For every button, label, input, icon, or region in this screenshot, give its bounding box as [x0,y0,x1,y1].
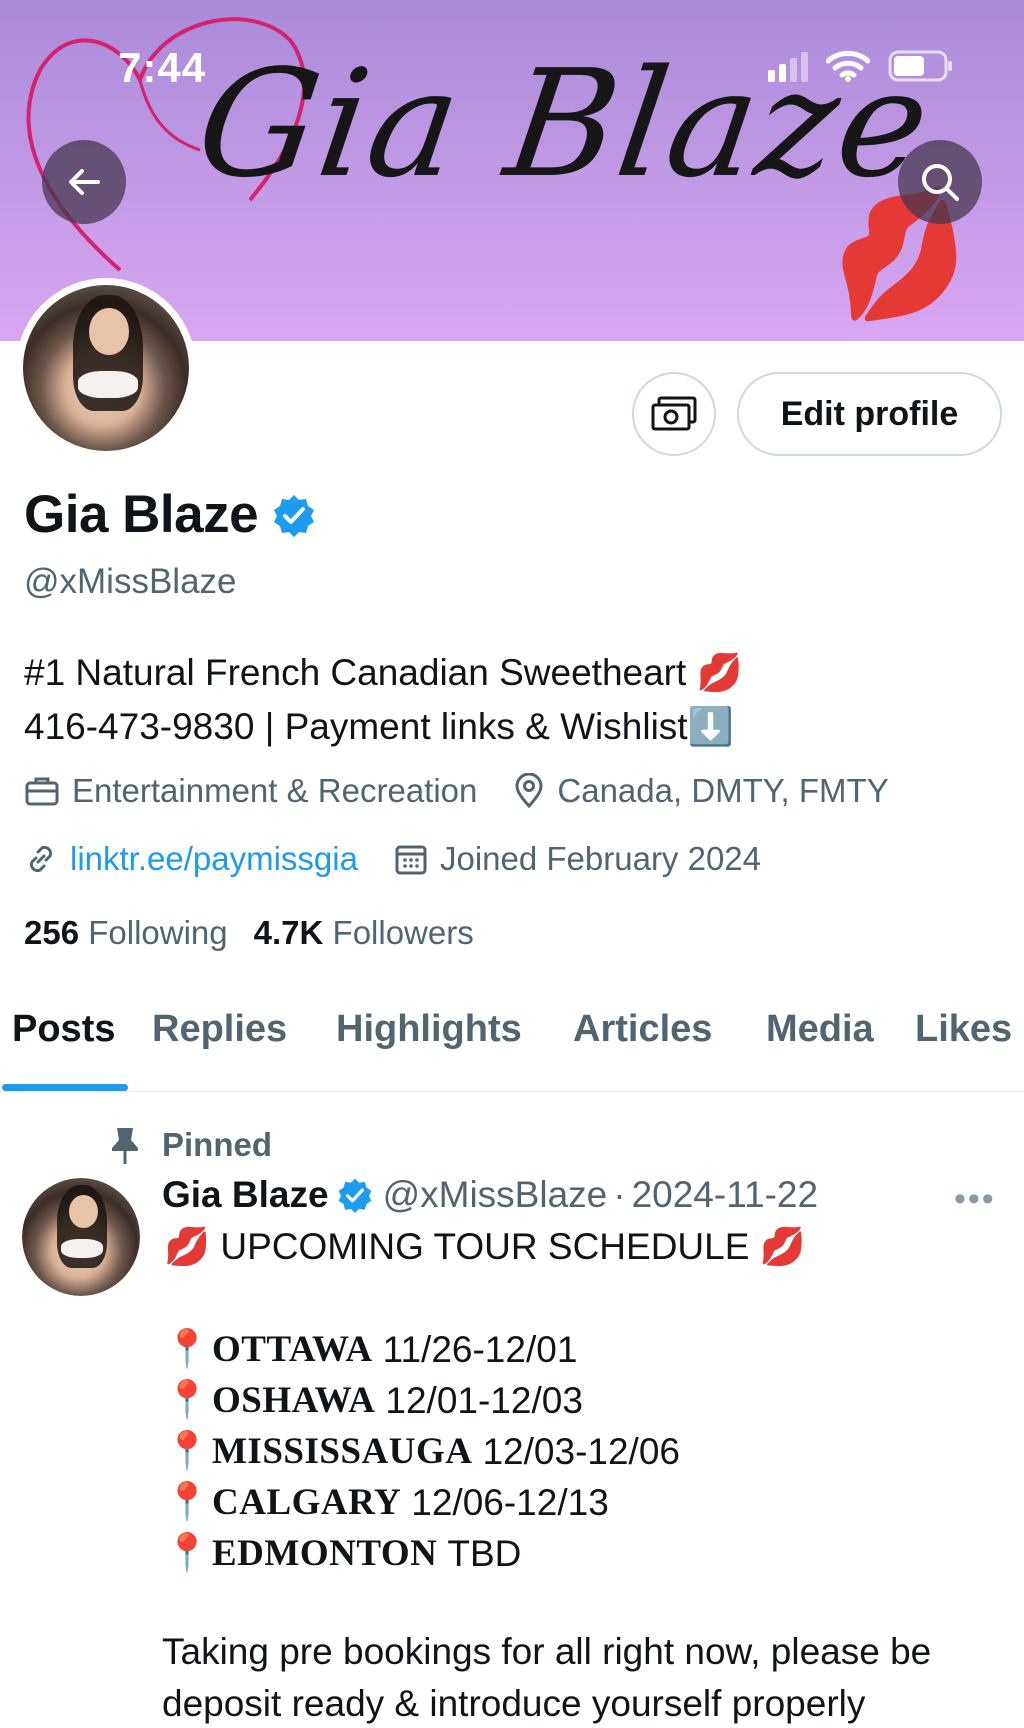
profile-name: Gia Blaze [24,485,259,544]
tab-likes[interactable]: Likes [915,1008,1012,1051]
round-pushpin-icon: 📍 [163,1430,211,1471]
tour-item: 📍 OTTAWA 11/26-12/01 [163,1328,578,1370]
tour-item: 📍 MISSISSAUGA 12/03-12/06 [163,1430,680,1472]
profile-bio: #1 Natural French Canadian Sweetheart 💋 … [24,646,743,754]
pinned-label: Pinned [110,1126,272,1164]
tab-highlights[interactable]: Highlights [336,1008,522,1051]
more-options-icon[interactable]: ••• [954,1180,996,1219]
money-icon [651,396,697,431]
post-handle[interactable]: @xMissBlaze [383,1174,608,1216]
tab-posts[interactable]: Posts [12,1008,115,1051]
calendar-icon [395,845,427,875]
profile-location: Canada, DMTY, FMTY [513,772,889,810]
back-button[interactable] [42,140,126,224]
status-icons [768,50,954,82]
profile-handle: @xMissBlaze [24,562,237,601]
profile-joined: Joined February 2024 [394,840,761,878]
active-tab-indicator [2,1084,128,1091]
profile-category: Entertainment & Recreation [24,772,477,810]
tips-button[interactable] [632,372,716,456]
display-name: Gia Blaze [24,484,316,545]
location-pin-icon [515,773,543,809]
post-avatar[interactable] [22,1178,140,1296]
follow-counts: 256 Following 4.7K Followers [24,914,474,952]
tab-articles[interactable]: Articles [573,1008,712,1051]
tour-list: 📍 OTTAWA 11/26-12/01 📍 OSHAWA 12/01-12/0… [163,1324,680,1579]
verified-badge-icon [338,1178,371,1213]
profile-meta-row: linktr.ee/paymissgia Joined February 202… [24,840,797,878]
search-button[interactable] [898,140,982,224]
round-pushpin-icon: 📍 [163,1532,211,1573]
tab-replies[interactable]: Replies [152,1008,287,1051]
following-link[interactable]: 256 Following [24,914,228,952]
battery-icon [888,50,952,82]
post-header: Gia Blaze @xMissBlaze · 2024-11-22 [162,1174,818,1216]
status-time: 7:44 [118,44,207,91]
tour-item: 📍 EDMONTON TBD [163,1532,522,1574]
profile-meta-row: Entertainment & Recreation Canada, DMTY,… [24,772,925,810]
link-icon [29,845,53,873]
followers-link[interactable]: 4.7K Followers [254,914,474,952]
tab-media[interactable]: Media [766,1008,874,1051]
post-body-text: Taking pre bookings for all right now, p… [162,1631,932,1724]
wifi-icon [826,50,870,82]
post-separator: · [613,1174,626,1215]
round-pushpin-icon: 📍 [163,1328,211,1369]
round-pushpin-icon: 📍 [163,1379,211,1420]
pin-icon [112,1128,138,1164]
round-pushpin-icon: 📍 [163,1481,211,1522]
verified-badge-icon[interactable] [272,493,316,537]
post-date[interactable]: 2024-11-22 [632,1174,819,1216]
search-icon [922,164,959,201]
profile-avatar[interactable] [16,278,196,458]
profile-website[interactable]: linktr.ee/paymissgia [24,840,358,878]
edit-profile-button[interactable]: Edit profile [737,372,1002,456]
tour-item: 📍 OSHAWA 12/01-12/03 [163,1379,583,1421]
arrow-left-icon [69,169,100,195]
avatar-photo [22,1178,140,1296]
post-author[interactable]: Gia Blaze [162,1174,329,1216]
tour-item: 📍 CALGARY 12/06-12/13 [163,1481,609,1523]
post-title: 💋 UPCOMING TOUR SCHEDULE 💋 [164,1226,806,1267]
profile-tabs: Posts Replies Highlights Articles Media … [0,1008,1024,1092]
bio-line: #1 Natural French Canadian Sweetheart 💋 [24,652,743,693]
cellular-signal-icon [768,50,808,82]
website-link[interactable]: linktr.ee/paymissgia [70,840,358,878]
avatar-photo [23,285,189,451]
briefcase-icon [25,777,59,806]
bio-line: 416-473-9830 | Payment links & Wishlist⬇… [24,706,734,747]
